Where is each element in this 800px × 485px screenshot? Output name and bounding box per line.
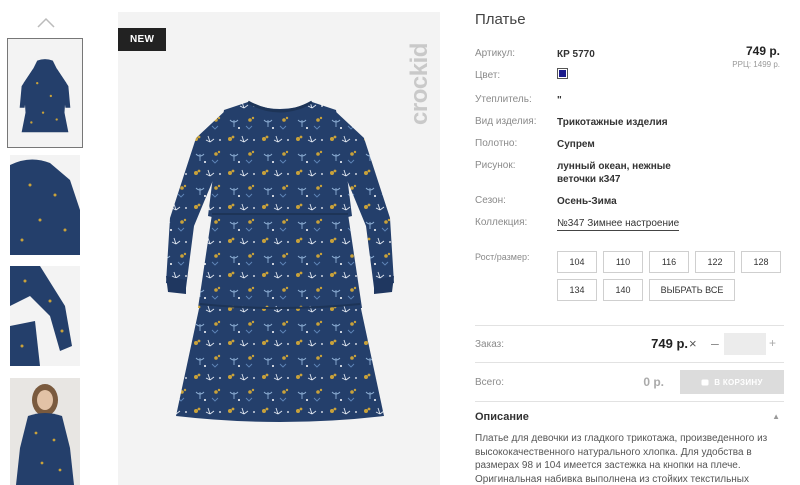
recommended-retail-price: РРЦ: 1499 р.: [732, 60, 780, 69]
thumbnail-2[interactable]: [10, 155, 80, 255]
attribute-value: Осень-Зима: [557, 196, 617, 207]
attribute-label: Коллекция:: [475, 217, 528, 228]
quantity-decrease-button[interactable]: –: [711, 335, 719, 351]
attribute-value: ": [557, 95, 562, 106]
attribute-value: Трикотажные изделия: [557, 117, 668, 128]
quantity-input[interactable]: [724, 333, 766, 355]
attribute-value-line-1: лунный океан, нежные: [557, 161, 671, 172]
description-line: размерах 98 и 104 имеется застежка на кн…: [475, 460, 741, 471]
divider: [475, 401, 784, 402]
size-label: Рост/размер:: [475, 252, 530, 262]
thumbnail-3[interactable]: [10, 266, 80, 366]
dress-illustration: [166, 100, 394, 422]
attribute-label: Сезон:: [475, 195, 506, 206]
thumbnail-1[interactable]: [7, 38, 83, 148]
size-option-110[interactable]: 110: [603, 251, 643, 273]
order-price: 749 р.: [651, 336, 688, 351]
description-line: Платье для девочки из гладкого трикотажа…: [475, 433, 768, 444]
attribute-label: Рисунок:: [475, 160, 516, 171]
attribute-label: Вид изделия:: [475, 116, 537, 127]
thumbnail-4[interactable]: [10, 378, 80, 485]
attribute-value-line-2: веточки к347: [557, 174, 621, 185]
size-option-122[interactable]: 122: [695, 251, 735, 273]
size-option-104[interactable]: 104: [557, 251, 597, 273]
brand-watermark: crockid: [406, 24, 433, 144]
size-option-128[interactable]: 128: [741, 251, 781, 273]
select-all-sizes-button[interactable]: ВЫБРАТЬ ВСЕ: [649, 279, 735, 301]
description-line: Оригинальная набивка выполнена из стойки…: [475, 473, 749, 485]
description-line: высококачественного натурального хлопка.…: [475, 446, 752, 458]
attribute-value: Супрем: [557, 139, 595, 150]
add-to-cart-button[interactable]: В КОРЗИНУ: [680, 370, 784, 394]
order-label: Заказ:: [475, 339, 505, 350]
quantity-increase-button[interactable]: +: [769, 336, 776, 350]
add-to-cart-label: В КОРЗИНУ: [714, 377, 763, 387]
divider: [475, 325, 784, 326]
description-title: Описание: [475, 411, 529, 423]
new-badge: NEW: [118, 28, 167, 51]
description-text: Платье для девочки из гладкого трикотажа…: [475, 432, 775, 485]
main-product-image[interactable]: NEW crockid: [118, 12, 440, 485]
attribute-label: Артикул:: [475, 48, 516, 59]
product-title: Платье: [475, 11, 526, 28]
collection-link[interactable]: №347 Зимнее настроение: [557, 217, 680, 231]
remove-order-icon[interactable]: ×: [689, 336, 697, 351]
attribute-label: Полотно:: [475, 138, 518, 149]
attribute-value: КР 5770: [557, 49, 595, 60]
size-option-116[interactable]: 116: [649, 251, 689, 273]
attribute-label: Утеплитель:: [475, 94, 532, 105]
product-info-panel: Платье Артикул: КР 5770 749 р. РРЦ: 1499…: [475, 0, 785, 485]
total-label: Всего:: [475, 377, 504, 388]
attribute-label: Цвет:: [475, 70, 501, 81]
size-option-140[interactable]: 140: [603, 279, 643, 301]
product-price: 749 р.: [745, 44, 780, 58]
divider: [475, 362, 784, 363]
thumbnails-up-arrow-icon[interactable]: [36, 16, 56, 30]
color-swatch[interactable]: [557, 68, 568, 79]
description-collapse-icon[interactable]: ▲: [772, 412, 780, 421]
brand-watermark-text: crockid: [406, 43, 433, 125]
cart-icon: [701, 379, 709, 386]
size-option-134[interactable]: 134: [557, 279, 597, 301]
total-value: 0 р.: [643, 375, 664, 389]
